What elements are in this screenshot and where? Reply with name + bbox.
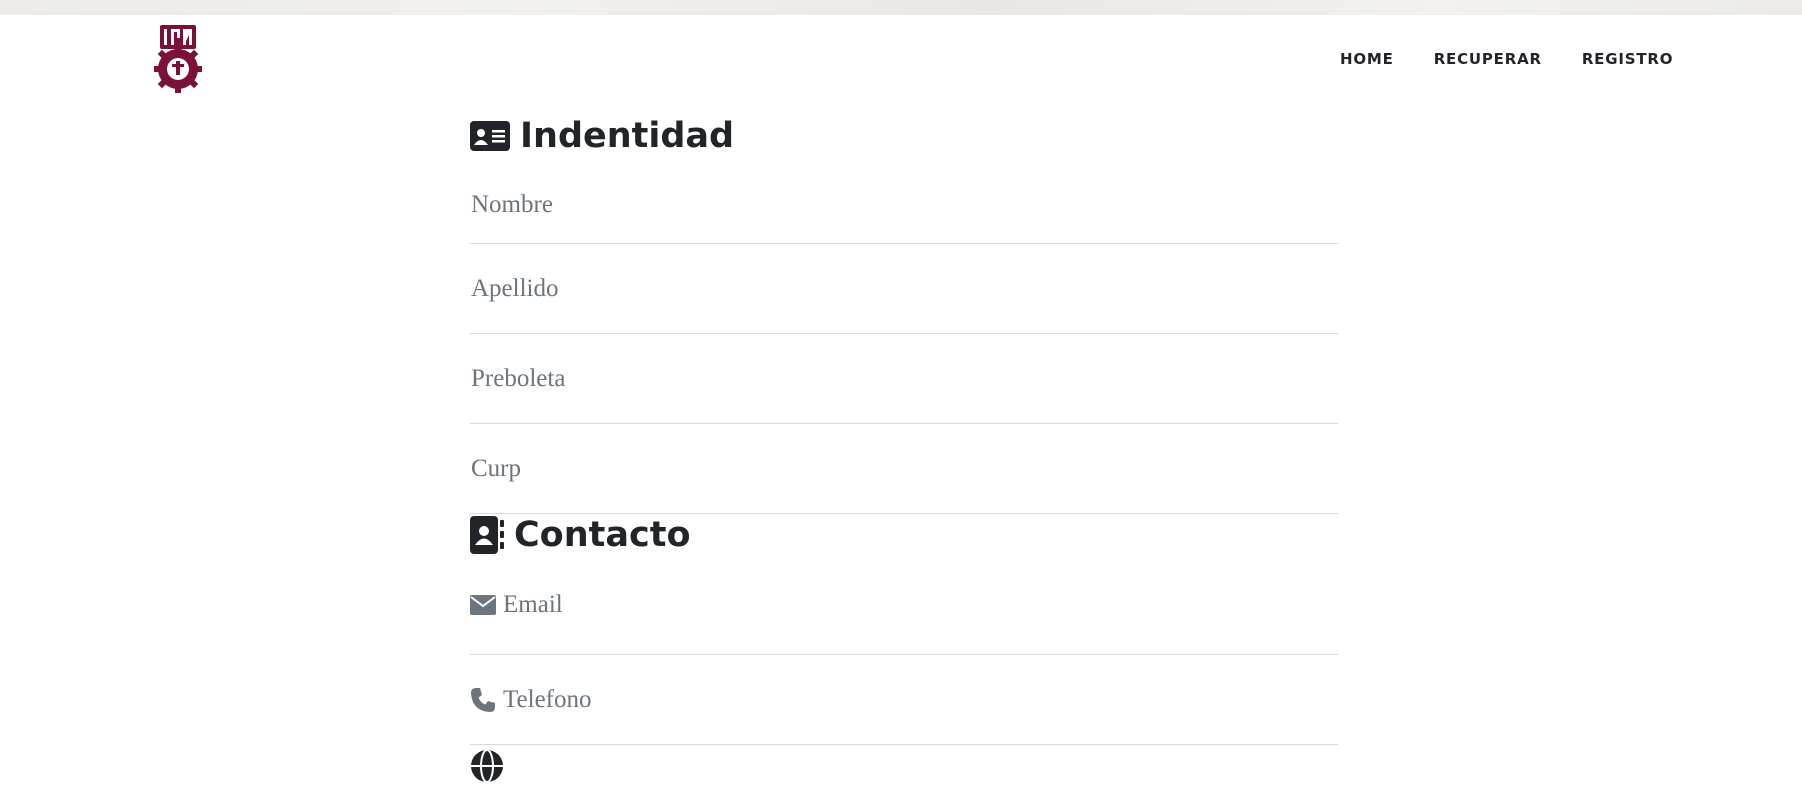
apellido-field bbox=[470, 244, 1338, 334]
phone-icon bbox=[470, 687, 496, 713]
preboleta-input[interactable] bbox=[470, 364, 1338, 393]
nav-home-link[interactable]: HOME bbox=[1340, 50, 1394, 68]
curp-input[interactable] bbox=[470, 454, 1338, 483]
contacto-title-text: Contacto bbox=[514, 515, 691, 555]
nombre-field bbox=[470, 167, 1338, 244]
id-card-icon bbox=[470, 119, 510, 153]
identidad-title-text: Indentidad bbox=[520, 116, 735, 156]
telefono-input[interactable] bbox=[502, 685, 1338, 714]
next-section-title bbox=[470, 745, 1338, 783]
nav-links: HOME RECUPERAR REGISTRO bbox=[1340, 50, 1713, 68]
top-background-strip bbox=[0, 0, 1802, 15]
address-book-icon bbox=[470, 516, 504, 554]
curp-field bbox=[470, 424, 1338, 514]
apellido-input[interactable] bbox=[470, 274, 1338, 303]
navbar: HOME RECUPERAR REGISTRO bbox=[0, 15, 1802, 105]
contacto-section-title: Contacto bbox=[470, 514, 1338, 556]
ipn-logo[interactable] bbox=[152, 21, 204, 97]
globe-icon bbox=[470, 749, 504, 783]
nav-registro-link[interactable]: REGISTRO bbox=[1582, 50, 1673, 68]
nav-recuperar-link[interactable]: RECUPERAR bbox=[1434, 50, 1542, 68]
envelope-icon bbox=[470, 595, 496, 615]
telefono-field bbox=[470, 655, 1338, 745]
email-input[interactable] bbox=[502, 591, 1338, 619]
preboleta-field bbox=[470, 334, 1338, 424]
registration-form: Indentidad Contacto bbox=[470, 105, 1338, 783]
identidad-section-title: Indentidad bbox=[470, 105, 1338, 167]
nombre-input[interactable] bbox=[470, 191, 1338, 219]
email-field bbox=[470, 556, 1338, 655]
